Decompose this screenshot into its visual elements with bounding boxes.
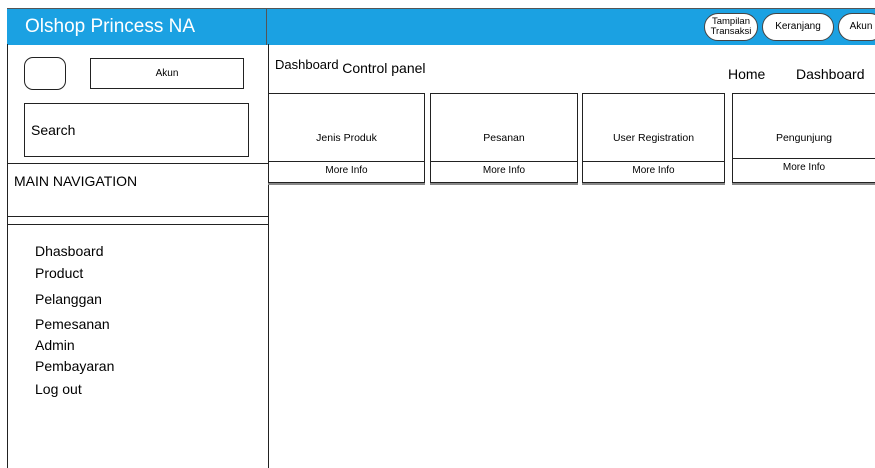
- info-box-pesanan: Pesanan More Info: [430, 93, 578, 183]
- akun-button[interactable]: Akun: [90, 58, 244, 89]
- info-box-user-registration: User Registration More Info: [582, 93, 725, 183]
- info-box-pengunjung: Pengunjung More Info: [732, 93, 875, 183]
- tampilan-transaksi-button[interactable]: Tampilan Transaksi: [704, 13, 758, 41]
- breadcrumb-dashboard[interactable]: Dashboard: [796, 66, 875, 82]
- sidebar-item-pembayaran[interactable]: Pembayaran: [35, 358, 114, 374]
- sidebar-item-logout[interactable]: Log out: [35, 381, 82, 397]
- info-box-label: User Registration: [612, 132, 695, 144]
- sidebar-divider: [8, 163, 268, 164]
- avatar[interactable]: [24, 57, 66, 90]
- sidebar-item-dhasboard[interactable]: Dhasboard: [35, 243, 104, 259]
- breadcrumb-home[interactable]: Home: [728, 66, 765, 82]
- info-box-jenis-produk: Jenis Produk More Info: [268, 93, 425, 183]
- sidebar-item-admin[interactable]: Admin: [35, 337, 75, 353]
- more-info-link[interactable]: More Info: [269, 161, 424, 182]
- sidebar: Akun Search MAIN NAVIGATION Dhasboard Pr…: [7, 44, 269, 468]
- brand-logo[interactable]: Olshop Princess NA: [7, 9, 267, 45]
- sidebar-divider: [8, 224, 268, 225]
- info-box-label: Jenis Produk: [316, 132, 377, 144]
- page-title: Dashboard: [275, 57, 339, 72]
- sidebar-item-pemesanan[interactable]: Pemesanan: [35, 316, 110, 332]
- sidebar-item-product[interactable]: Product: [35, 265, 83, 281]
- info-box-label: Pesanan: [483, 132, 525, 144]
- info-box-label: Pengunjung: [775, 132, 833, 144]
- sidebar-divider: [8, 216, 268, 217]
- page-subtitle: Control panel: [342, 60, 426, 76]
- top-navbar: Olshop Princess NA Tampilan Transaksi Ke…: [7, 8, 875, 45]
- more-info-link[interactable]: More Info: [431, 161, 577, 182]
- sidebar-item-pelanggan[interactable]: Pelanggan: [35, 291, 102, 307]
- tampilan-transaksi-label-line2: Transaksi: [710, 26, 752, 37]
- akun-top-button[interactable]: Akun: [838, 13, 875, 41]
- more-info-link[interactable]: More Info: [733, 158, 875, 179]
- keranjang-button[interactable]: Keranjang: [762, 13, 834, 41]
- more-info-link[interactable]: More Info: [583, 161, 724, 182]
- search-input[interactable]: Search: [24, 103, 249, 157]
- page-header: Dashboard Control panel: [275, 56, 426, 76]
- main-navigation-heading: MAIN NAVIGATION: [14, 173, 138, 189]
